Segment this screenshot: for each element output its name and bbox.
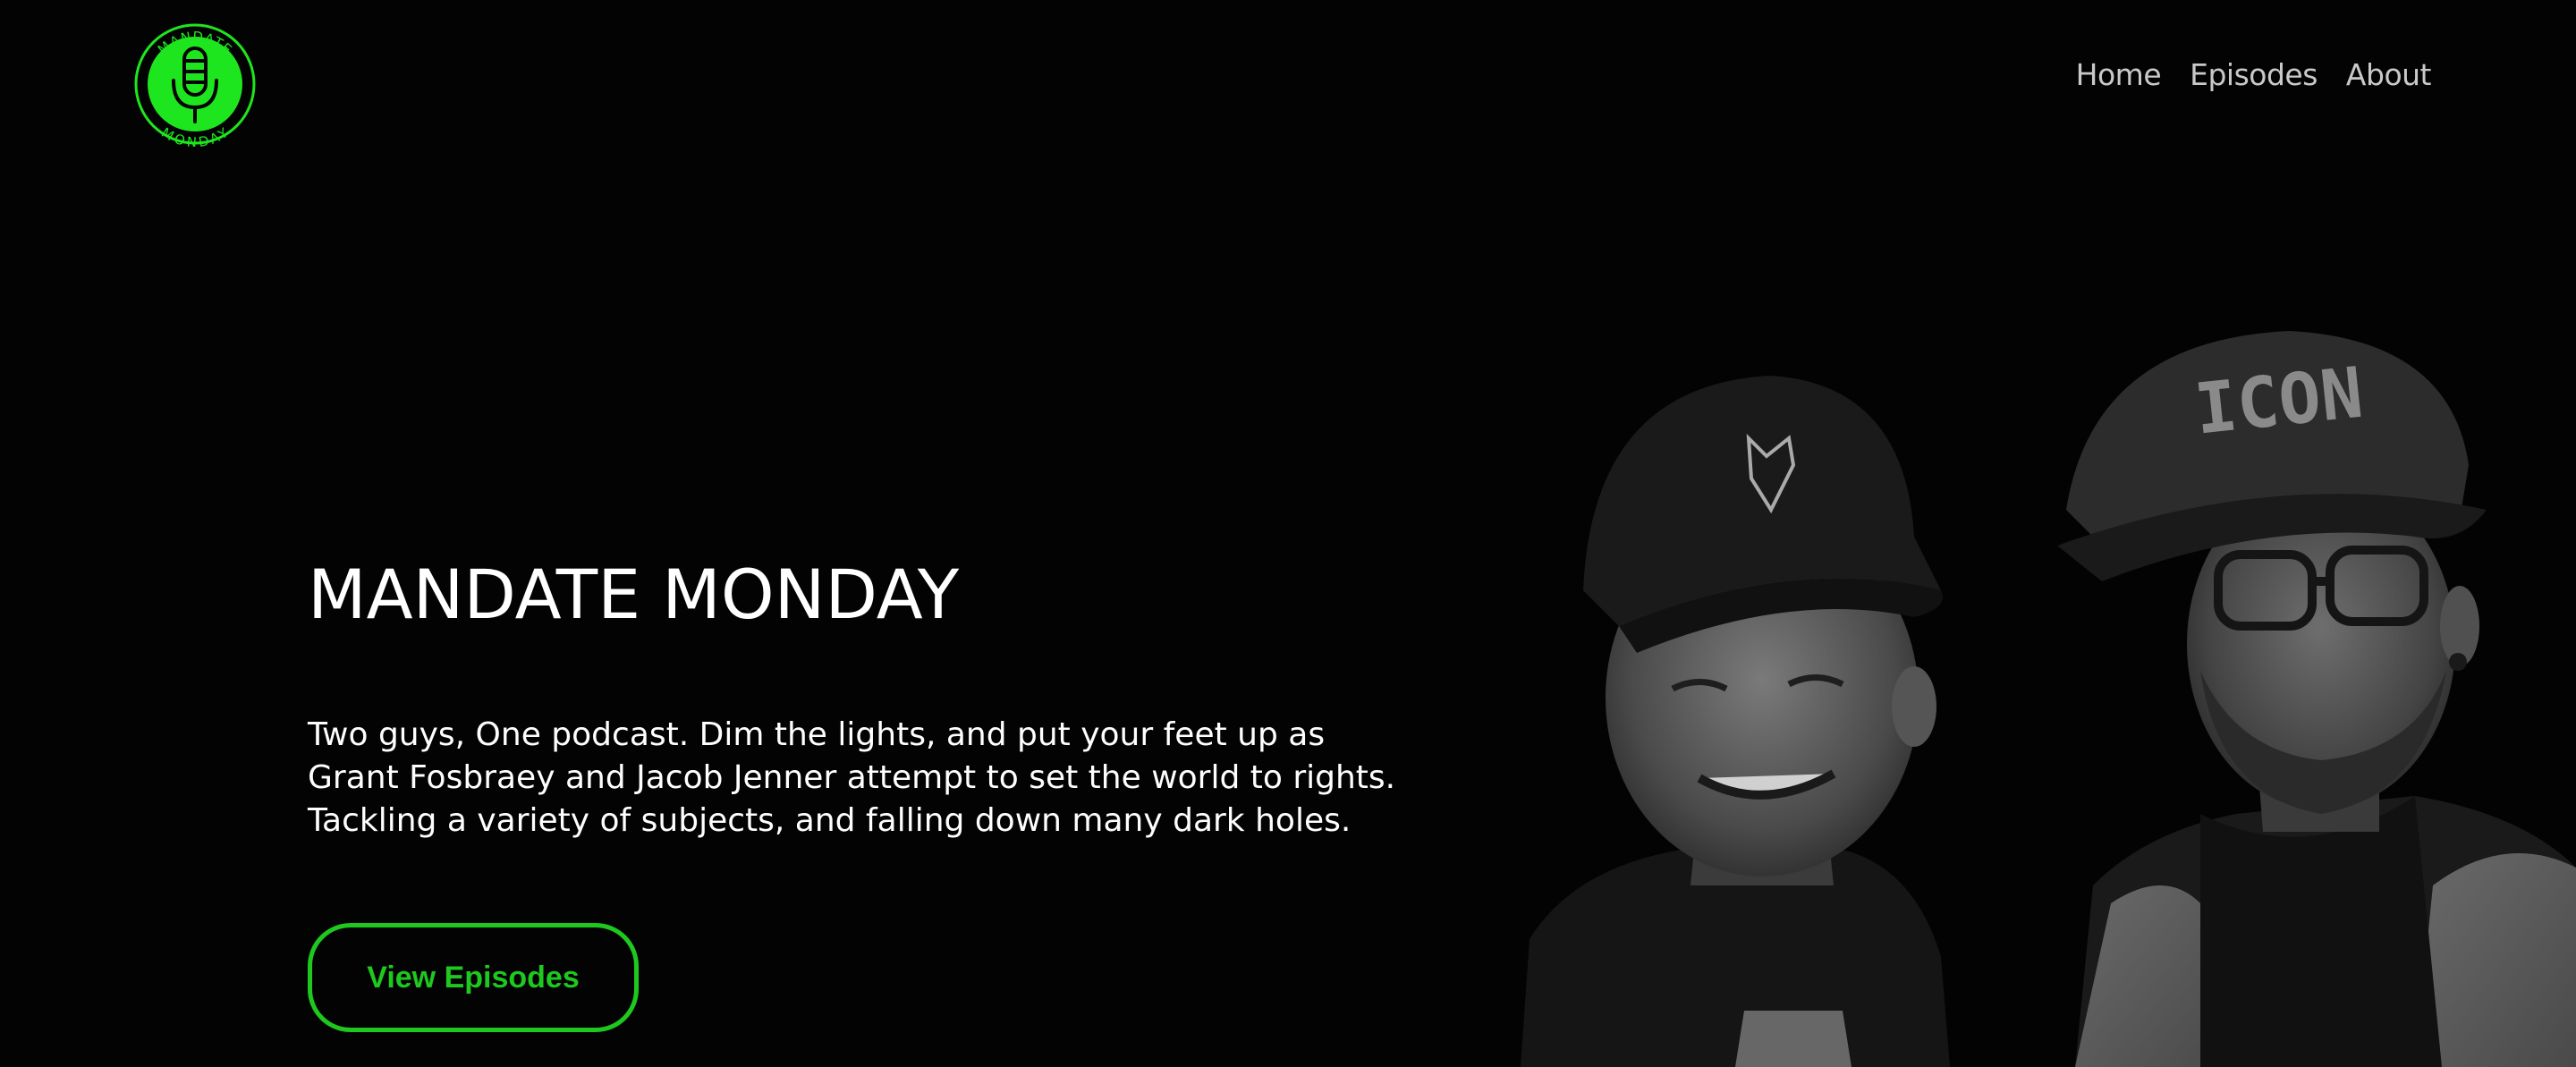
main-nav: Home Episodes About xyxy=(2076,57,2432,92)
microphone-logo-icon: MANDATE MONDAY xyxy=(134,23,256,150)
nav-episodes-link[interactable]: Episodes xyxy=(2190,57,2318,92)
hero-description-line: Tackling a variety of subjects, and fall… xyxy=(308,802,1352,839)
hero-description: Two guys, One podcast. Dim the lights, a… xyxy=(308,714,1470,843)
hosts-photo: ICON xyxy=(1521,331,2576,1067)
nav-home-link[interactable]: Home xyxy=(2076,57,2162,92)
hero-description-line: Two guys, One podcast. Dim the lights, a… xyxy=(308,716,1326,753)
page: MANDATE MONDAY Home Episodes About MANDA… xyxy=(0,0,2576,1067)
view-episodes-button[interactable]: View Episodes xyxy=(308,923,639,1032)
nav-about-link[interactable]: About xyxy=(2346,57,2432,92)
hero-title: MANDATE MONDAY xyxy=(308,555,960,634)
site-logo[interactable]: MANDATE MONDAY xyxy=(132,21,258,150)
hero-description-line: Grant Fosbraey and Jacob Jenner attempt … xyxy=(308,759,1396,796)
